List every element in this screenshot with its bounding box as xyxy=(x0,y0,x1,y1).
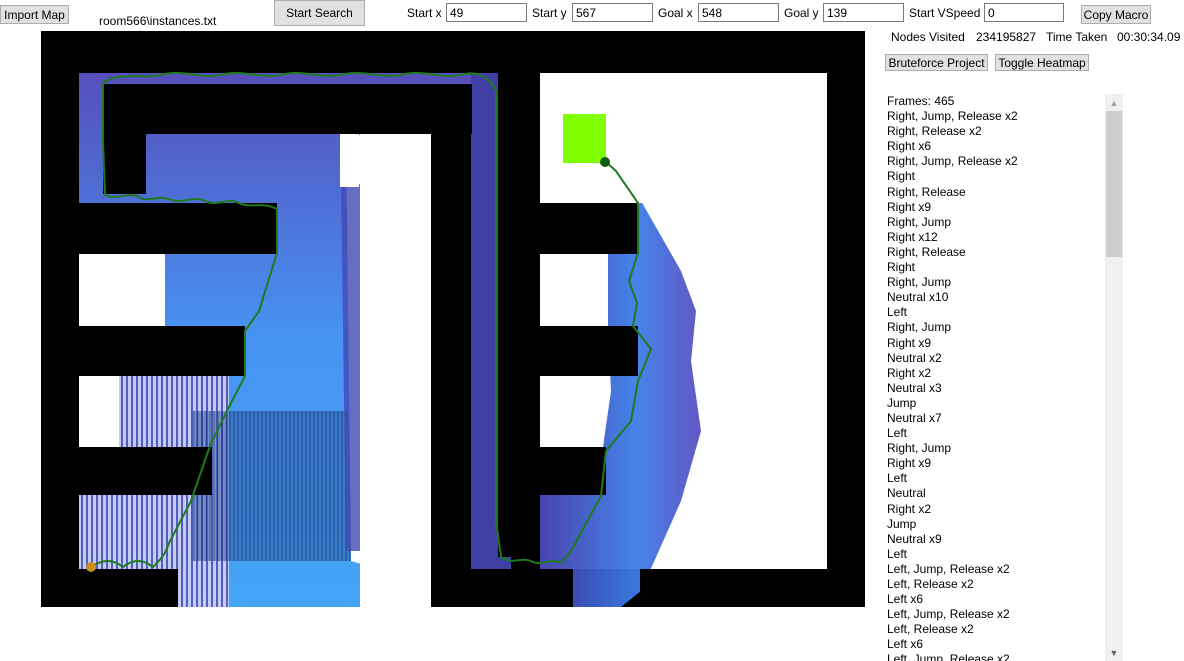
start-y-field[interactable] xyxy=(572,3,653,22)
white-right-low xyxy=(540,376,578,447)
copy-macro-button[interactable]: Copy Macro xyxy=(1081,5,1151,24)
start-x-field[interactable] xyxy=(446,3,527,22)
white-island-1 xyxy=(79,254,165,326)
white-column xyxy=(360,134,431,607)
time-taken-value: 00:30:34.09 xyxy=(1117,30,1181,44)
start-search-button[interactable]: Start Search xyxy=(274,0,365,26)
macro-line: Right, Jump xyxy=(887,275,952,290)
macro-line: Left, Release x2 xyxy=(887,577,974,591)
macro-line: Right xyxy=(887,260,916,275)
time-taken-label: Time Taken xyxy=(1046,30,1108,44)
goal-marker xyxy=(563,114,606,163)
macro-line: Neutral x9 xyxy=(887,531,942,546)
white-island-3 xyxy=(340,134,359,187)
macro-line: Right, Jump xyxy=(887,320,952,335)
macro-scrollbar[interactable]: ▲ ▼ xyxy=(1105,94,1123,661)
macro-line: Left x6 xyxy=(887,592,924,607)
goal-x-field[interactable] xyxy=(698,3,779,22)
goal-y-label: Goal y xyxy=(784,6,819,20)
macro-line: Left, Release x2 xyxy=(887,622,974,637)
import-map-button[interactable]: Import Map xyxy=(0,5,69,24)
macro-line: Right, Jump, Release x2 xyxy=(887,154,1018,169)
macro-line: Jump xyxy=(887,516,917,531)
macro-list-box[interactable]: Frames: 465 Right, Jump, Release x2 Right,… xyxy=(883,94,1123,661)
macro-line: Neutral xyxy=(887,486,926,501)
macro-list: Frames: 465 Right, Jump, Release x2 Right,… xyxy=(887,94,1103,661)
macro-line: Right xyxy=(887,169,916,184)
white-right-mid xyxy=(540,254,608,326)
macro-line: Left, Jump, Release x2 xyxy=(887,652,1010,661)
macro-line: Right x9 xyxy=(887,456,932,471)
macro-line: Left, Jump, Release x2 xyxy=(887,561,1010,576)
macro-line: Right, Release x2 xyxy=(887,124,982,139)
macro-line: Neutral x7 xyxy=(887,410,942,425)
nodes-visited-value: 234195827 xyxy=(976,30,1037,44)
start-marker xyxy=(86,562,96,572)
start-y-label: Start y xyxy=(532,6,567,20)
macro-line: Right, Jump xyxy=(887,214,952,229)
macro-line: Frames: 465 xyxy=(887,94,955,108)
scroll-down-icon[interactable]: ▼ xyxy=(1105,644,1123,661)
scroll-thumb[interactable] xyxy=(1106,111,1122,257)
macro-line: Right, Release xyxy=(887,244,966,259)
macro-line: Left, Jump, Release x2 xyxy=(887,607,1010,622)
macro-line: Right x9 xyxy=(887,335,932,350)
macro-line: Left xyxy=(887,426,908,441)
macro-line: Right x2 xyxy=(887,501,932,516)
scroll-up-icon[interactable]: ▲ xyxy=(1105,94,1123,111)
white-right-column xyxy=(701,203,827,569)
end-marker xyxy=(600,157,610,167)
start-x-label: Start x xyxy=(407,6,442,20)
macro-line: Neutral x3 xyxy=(887,380,942,395)
macro-line: Right x9 xyxy=(887,199,932,214)
macro-line: Right x2 xyxy=(887,365,932,380)
macro-line: Jump xyxy=(887,395,917,410)
macro-line: Left xyxy=(887,305,908,320)
macro-line: Neutral x10 xyxy=(887,290,949,305)
macro-line: Right, Release xyxy=(887,184,966,199)
bruteforce-project-button[interactable]: Bruteforce Project xyxy=(885,54,988,71)
nodes-visited-label: Nodes Visited xyxy=(891,30,965,44)
macro-line: Left x6 xyxy=(887,637,924,652)
map-canvas[interactable] xyxy=(41,31,865,607)
goal-x-label: Goal x xyxy=(658,6,693,20)
macro-line: Right, Jump xyxy=(887,441,952,456)
goal-y-field[interactable] xyxy=(823,3,904,22)
macro-line: Right x6 xyxy=(887,139,932,154)
macro-line: Right x12 xyxy=(887,229,938,244)
macro-line: Neutral x2 xyxy=(887,350,942,365)
macro-line: Right, Jump, Release x2 xyxy=(887,109,1018,124)
start-vspeed-field[interactable] xyxy=(984,3,1064,22)
toggle-heatmap-button[interactable]: Toggle Heatmap xyxy=(995,54,1089,71)
macro-line: Left xyxy=(887,546,908,561)
file-name-label: room566\instances.txt xyxy=(99,14,217,28)
white-island-2 xyxy=(79,376,119,447)
macro-line: Left xyxy=(887,471,908,486)
start-vspeed-label: Start VSpeed xyxy=(909,6,981,20)
